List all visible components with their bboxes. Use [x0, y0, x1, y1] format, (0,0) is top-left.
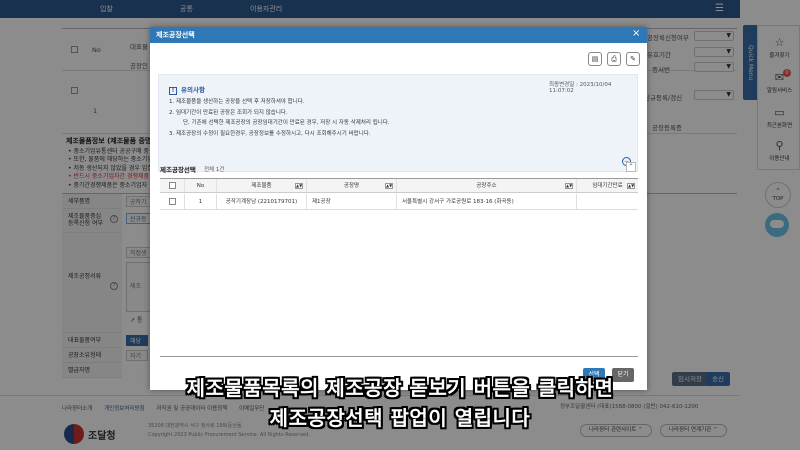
modal-header: 제조공장선택 ×: [150, 27, 647, 43]
select-all-checkbox[interactable]: [168, 182, 176, 189]
notice-title: ! 유의사항: [169, 84, 205, 95]
sort-icon[interactable]: ▲▼: [385, 183, 393, 189]
caption-line-2: 제조공장선택 팝업이 열립니다: [269, 406, 531, 430]
notice-line: 단, 기존에 선택한 제조공장의 공장임대기간이 만료된 경우, 저장 시 자동…: [183, 120, 390, 126]
header-checkbox-cell: [160, 179, 185, 192]
row-no: 1: [185, 194, 217, 209]
chevron-up-icon[interactable]: ⌃: [626, 162, 636, 172]
row-address: 서울특별시 강서구 가로공원로 183-16 (화곡동): [397, 194, 577, 209]
info-icon: !: [169, 87, 177, 95]
notice-line: 1. 제조물품을 생산하는 공장을 선택 후 저장하셔야 합니다.: [169, 99, 305, 105]
column-header-label: 제조물품: [251, 183, 272, 189]
sort-icon[interactable]: ▲▼: [295, 183, 303, 189]
row-expiry: [577, 194, 638, 209]
table-row[interactable]: 1 공작기계장남 (2210179701) 제1공장 서울특별시 강서구 가로공…: [160, 194, 638, 210]
column-header-label: 공장주소: [476, 183, 497, 189]
row-product: 공작기계장남 (2210179701): [217, 194, 307, 209]
column-header-product[interactable]: 제조물품 ▲▼: [217, 179, 307, 192]
column-header-label: 임대기간만료: [592, 183, 623, 189]
column-header-no: No: [185, 179, 217, 192]
column-header-label: 공장명: [343, 183, 360, 189]
last-modified-date: 최종변경일 : 2023/10/04 11:07:02: [549, 82, 612, 94]
notice-line: 3. 제조공장의 수정이 필요한경우, 공장정보를 수정하시고, 다시 조회해주…: [169, 130, 371, 137]
factory-grid: No 제조물품 ▲▼ 공장명 ▲▼ 공장주소 ▲▼ 임대기간만료 ▲▼ 1 공작…: [160, 178, 638, 210]
grid-empty-area: [160, 210, 638, 357]
notice-line: 2. 임대기간이 만료된 공장은 조회가 되지 않습니다.: [169, 109, 288, 116]
notice-lines: 1. 제조물품을 생산하는 공장을 선택 후 저장하셔야 합니다. 2. 임대기…: [169, 97, 390, 139]
caption-line-1: 제조물품목록의 제조공장 돋보기 버튼을 클릭하면: [186, 376, 614, 400]
print-icon[interactable]: ⎙: [607, 52, 621, 66]
row-checkbox[interactable]: [168, 198, 176, 205]
wrench-icon[interactable]: ✎: [626, 52, 640, 66]
notice-box: ! 유의사항 최종변경일 : 2023/10/04 11:07:02 1. 제조물…: [158, 74, 638, 172]
close-icon[interactable]: ×: [632, 28, 640, 39]
total-count: 전체 1건: [204, 167, 225, 173]
row-factory: 제1공장: [307, 194, 397, 209]
sort-icon[interactable]: ▲▼: [627, 183, 635, 189]
section-title: 제조공장선택: [160, 166, 196, 174]
factory-select-modal: 제조공장선택 × ▤ ⎙ ✎ ! 유의사항 최종변경일 : 2023/10/04 …: [150, 27, 647, 390]
column-header-expiry[interactable]: 임대기간만료 ▲▼: [577, 179, 638, 192]
sort-icon[interactable]: ▲▼: [565, 183, 573, 189]
column-header-factory[interactable]: 공장명 ▲▼: [307, 179, 397, 192]
notice-title-text: 유의사항: [181, 86, 205, 94]
row-checkbox-cell: [160, 194, 185, 209]
document-icon[interactable]: ▤: [588, 52, 602, 66]
column-header-address[interactable]: 공장주소 ▲▼: [397, 179, 577, 192]
modal-title: 제조공장선택: [156, 31, 195, 39]
grid-header: No 제조물품 ▲▼ 공장명 ▲▼ 공장주소 ▲▼ 임대기간만료 ▲▼: [160, 179, 638, 193]
